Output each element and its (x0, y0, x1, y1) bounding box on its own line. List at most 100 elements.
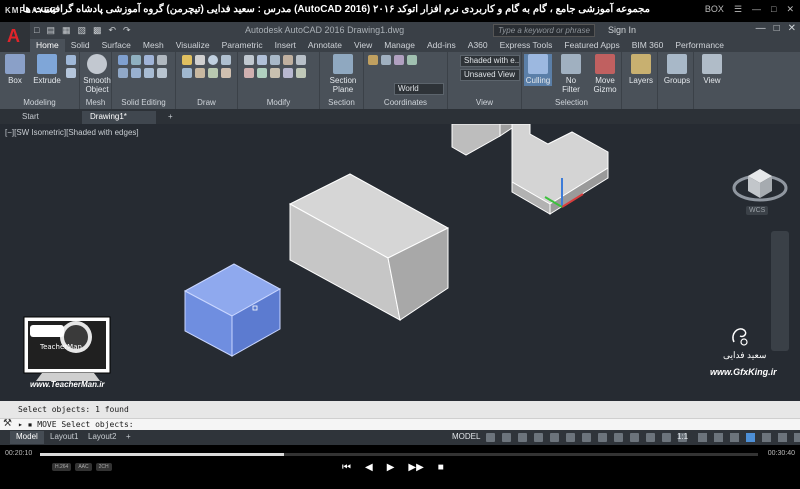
acad-close-button[interactable]: ✕ (788, 23, 796, 34)
transparency-icon[interactable] (614, 433, 623, 442)
tab-start[interactable]: Start (14, 111, 47, 124)
new-tab-button[interactable]: + (160, 111, 181, 124)
groups-button[interactable]: Groups (661, 54, 693, 85)
search-input[interactable]: Type a keyword or phrase (493, 24, 595, 37)
acad-maximize-button[interactable]: □ (774, 23, 780, 34)
isolate-objects-icon[interactable] (746, 433, 755, 442)
ellipse-icon[interactable] (221, 68, 231, 78)
smooth-object-button[interactable]: Smooth Object (82, 54, 112, 94)
ucs-dropdown[interactable]: World (394, 83, 444, 95)
customize-wrench-icon[interactable]: ⚒ (3, 418, 12, 429)
polygon-icon[interactable] (195, 68, 205, 78)
selected-cube[interactable] (183, 263, 282, 357)
trim-icon[interactable] (296, 68, 306, 78)
tab-model[interactable]: Model (10, 431, 44, 444)
view-button[interactable]: View (698, 54, 726, 85)
tab-mesh[interactable]: Mesh (137, 39, 170, 52)
clean-screen-icon[interactable] (778, 433, 787, 442)
annotation-monitor-icon[interactable] (714, 433, 723, 442)
polyline-icon[interactable] (195, 55, 205, 65)
annotation-scale[interactable]: 1:1 (677, 432, 688, 441)
open-file-icon[interactable]: ▤ (46, 25, 55, 36)
lineweight-icon[interactable] (598, 433, 607, 442)
model-space-toggle[interactable]: MODEL (452, 432, 480, 441)
player-box-button[interactable]: BOX (705, 4, 724, 15)
ucs-world-icon[interactable] (381, 55, 391, 65)
move-gizmo-button[interactable]: Move Gizmo (590, 54, 620, 94)
slice-icon[interactable] (118, 68, 128, 78)
spline-icon[interactable] (208, 68, 218, 78)
shell-icon[interactable] (131, 68, 141, 78)
culling-button[interactable]: Culling (524, 54, 552, 86)
ucs-face-icon[interactable] (407, 55, 417, 65)
stop-icon[interactable]: ■ (438, 462, 444, 473)
wcs-menu[interactable]: WCS (746, 206, 769, 215)
line-icon[interactable] (182, 55, 192, 65)
stretch-icon[interactable] (296, 55, 306, 65)
tab-insert[interactable]: Insert (269, 39, 302, 52)
grid-icon[interactable] (486, 433, 495, 442)
tab-visualize[interactable]: Visualize (170, 39, 216, 52)
selection-cycling-icon[interactable] (630, 433, 639, 442)
array-icon[interactable] (257, 68, 267, 78)
erase-icon[interactable] (244, 68, 254, 78)
new-layout-button[interactable]: + (120, 431, 137, 444)
command-prompt[interactable]: ▸ ▪ MOVE Select objects: (18, 420, 134, 429)
box-button[interactable]: Box (4, 54, 26, 85)
annotation-visibility-icon[interactable] (662, 433, 671, 442)
intersect-icon[interactable] (144, 55, 154, 65)
new-file-icon[interactable]: □ (34, 25, 39, 36)
application-menu-button[interactable]: A (0, 22, 30, 52)
plot-icon[interactable]: ▩ (93, 25, 102, 36)
l-shaped-solid[interactable] (451, 124, 609, 215)
ucs-3point-icon[interactable] (394, 55, 404, 65)
navigation-bar[interactable] (771, 231, 789, 351)
3d-osnap-icon[interactable] (566, 433, 575, 442)
tab-performance[interactable]: Performance (669, 39, 730, 52)
redo-icon[interactable]: ↷ (123, 25, 131, 36)
previous-icon[interactable]: ⏮ (342, 462, 351, 473)
rectangle-icon[interactable] (182, 68, 192, 78)
undo-icon[interactable]: ↶ (109, 25, 117, 36)
workspace-gear-icon[interactable] (698, 433, 707, 442)
offset-icon[interactable] (283, 68, 293, 78)
circle-icon[interactable] (208, 55, 218, 65)
arc-icon[interactable] (221, 55, 231, 65)
copy-icon[interactable] (270, 55, 280, 65)
union-icon[interactable] (118, 55, 128, 65)
viewcube[interactable] (732, 154, 788, 214)
tab-parametric[interactable]: Parametric (216, 39, 269, 52)
seek-bar[interactable] (40, 453, 758, 456)
player-close-button[interactable]: ✕ (786, 4, 794, 15)
rewind-icon[interactable]: ◀ (365, 462, 373, 473)
customization-icon[interactable] (794, 433, 800, 442)
layers-button[interactable]: Layers (626, 54, 656, 85)
command-line[interactable]: ⚒ ▸ ▪ MOVE Select objects: (0, 418, 800, 430)
tab-layout1[interactable]: Layout1 (44, 431, 84, 444)
ortho-icon[interactable] (518, 433, 527, 442)
otrack-icon[interactable] (582, 433, 591, 442)
large-grey-box[interactable] (288, 173, 450, 321)
extrude-button[interactable]: Extrude (32, 54, 62, 85)
tab-featured-apps[interactable]: Featured Apps (558, 39, 625, 52)
sign-in-button[interactable]: Sign In (608, 25, 636, 35)
polar-icon[interactable] (534, 433, 543, 442)
play-icon[interactable]: ▶ (387, 462, 395, 473)
tab-surface[interactable]: Surface (96, 39, 137, 52)
saveas-icon[interactable]: ▧ (77, 25, 86, 36)
presspull-icon[interactable] (66, 68, 76, 78)
mirror-icon[interactable] (283, 55, 293, 65)
imprint-icon[interactable] (157, 68, 167, 78)
player-minimize-button[interactable]: — (752, 4, 761, 15)
tab-layout2[interactable]: Layout2 (82, 431, 122, 444)
scale-icon[interactable] (270, 68, 280, 78)
section-plane-button[interactable]: Section Plane (324, 54, 362, 94)
player-maximize-button[interactable]: □ (771, 4, 776, 15)
no-filter-button[interactable]: No Filter (556, 54, 586, 94)
tab-express-tools[interactable]: Express Tools (494, 39, 559, 52)
tab-bim-360[interactable]: BIM 360 (626, 39, 670, 52)
subtract-icon[interactable] (131, 55, 141, 65)
saved-view-dropdown[interactable]: Unsaved View (460, 69, 520, 81)
rotate-icon[interactable] (257, 55, 267, 65)
player-menu-icon[interactable]: ☰ (734, 4, 742, 15)
